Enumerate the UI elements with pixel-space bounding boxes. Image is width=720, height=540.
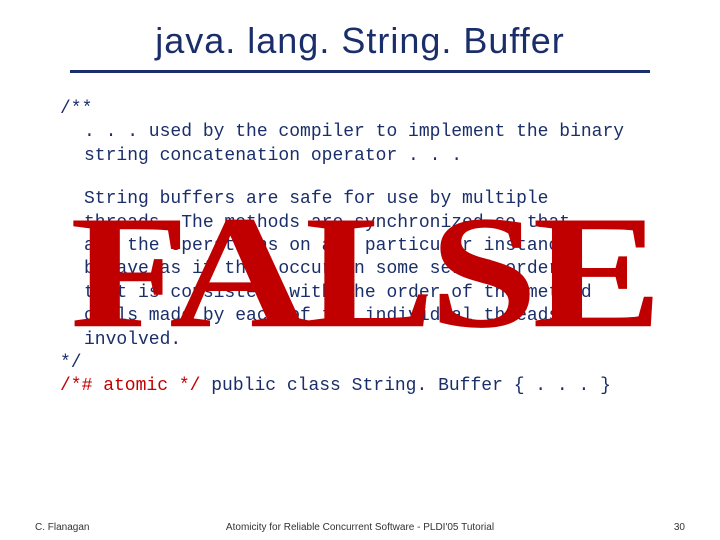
title-underline	[70, 70, 650, 73]
slide-title: java. lang. String. Buffer	[0, 20, 720, 62]
footer-title: Atomicity for Reliable Concurrent Softwa…	[226, 522, 494, 533]
javadoc-paragraph-1: . . . used by the compiler to implement …	[60, 121, 700, 168]
footer-author: C. Flanagan	[35, 522, 89, 533]
class-declaration-line: /*# atomic */ public class String. Buffe…	[60, 375, 700, 398]
javadoc-paragraph-2: String buffers are safe for use by multi…	[60, 188, 700, 352]
atomic-annotation: /*# atomic */	[60, 376, 200, 396]
javadoc-close: */	[60, 352, 700, 375]
class-declaration: public class String. Buffer { . . . }	[200, 376, 610, 396]
code-block: /** . . . used by the compiler to implem…	[0, 98, 720, 399]
footer-page-number: 30	[674, 522, 685, 533]
javadoc-open: /**	[60, 98, 700, 121]
